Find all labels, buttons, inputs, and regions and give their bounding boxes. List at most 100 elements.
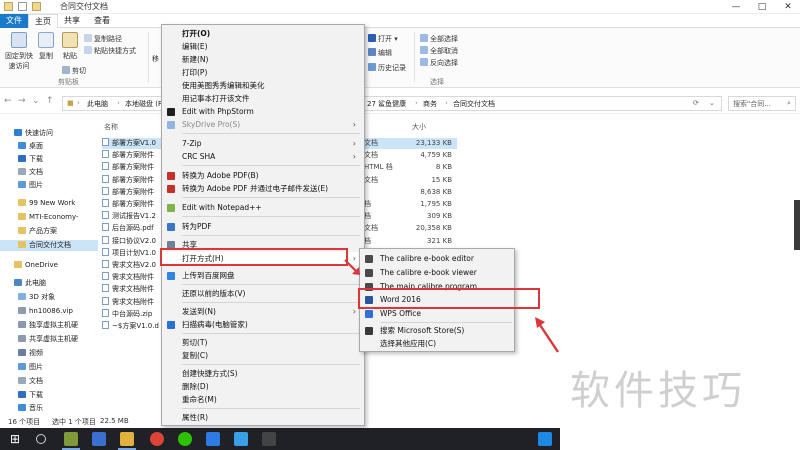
- menu-item-restore-versions[interactable]: 还原以前的版本(V): [162, 287, 364, 300]
- menu-item-convert-pdf[interactable]: 转换为 Adobe PDF(B): [162, 169, 364, 182]
- sidebar-item-onedrive[interactable]: OneDrive: [14, 260, 58, 271]
- sidebar-item-product-plan[interactable]: 产品方案: [18, 226, 57, 237]
- search-input[interactable]: 搜索"合同... ⌕: [728, 96, 796, 111]
- submenu-item-calibre-editor[interactable]: The calibre e-book editor: [360, 252, 514, 265]
- app-icon[interactable]: [262, 432, 276, 446]
- breadcrumb-this-pc[interactable]: 此电脑: [87, 99, 108, 109]
- pin-quick-access-button[interactable]: 固定到快 速访问: [4, 32, 34, 71]
- minimize-button[interactable]: —: [724, 0, 748, 14]
- recent-dropdown-icon[interactable]: ⌄: [32, 96, 40, 106]
- sidebar-item-dedicated-host[interactable]: 独享虚拟主机硬: [18, 320, 78, 331]
- tab-view[interactable]: 查看: [88, 14, 116, 28]
- calibre-icon: [365, 269, 373, 277]
- properties-icon[interactable]: [18, 2, 27, 11]
- wechat-icon[interactable]: [178, 432, 192, 446]
- menu-item-cut[interactable]: 剪切(T): [162, 336, 364, 349]
- taskbar: ⊞: [0, 428, 560, 450]
- breadcrumb-current[interactable]: 合同交付文档: [453, 99, 495, 109]
- sidebar-item-music[interactable]: 音乐: [18, 403, 43, 414]
- sidebar-item-this-pc[interactable]: 此电脑: [14, 278, 46, 289]
- menu-item-create-shortcut[interactable]: 创建快捷方式(S): [162, 367, 364, 380]
- new-folder-icon[interactable]: [32, 2, 41, 11]
- name-column-header[interactable]: 名称: [104, 122, 118, 132]
- menu-item-7zip[interactable]: 7-Zip ›: [162, 137, 364, 150]
- tab-home[interactable]: 主页: [28, 14, 58, 28]
- search-icon[interactable]: [36, 434, 46, 444]
- clipboard-group-label: 剪贴板: [58, 78, 79, 86]
- menu-item-meitu[interactable]: 使用美图秀秀编辑和美化: [162, 79, 364, 92]
- copy-path-button[interactable]: 复制路径: [84, 34, 122, 44]
- sidebar-item-pictures[interactable]: 图片: [18, 180, 43, 191]
- app-icon[interactable]: [92, 432, 106, 446]
- sidebar-item-downloads[interactable]: 下载: [18, 154, 43, 165]
- submenu-item-store-search[interactable]: 搜索 Microsoft Store(S): [360, 324, 514, 337]
- menu-item-phpstorm[interactable]: Edit with PhpStorm: [162, 105, 364, 118]
- select-all-button[interactable]: 全部选择: [420, 34, 458, 44]
- sidebar-item-videos[interactable]: 视频: [18, 348, 43, 359]
- sidebar-item-downloads-pc[interactable]: 下载: [18, 390, 43, 401]
- menu-item-convert-pdf-email[interactable]: 转换为 Adobe PDF 并通过电子邮件发送(E): [162, 182, 364, 195]
- forward-icon[interactable]: →: [18, 96, 26, 106]
- file-explorer-icon[interactable]: [118, 432, 136, 450]
- sidebar-item-mti-economy[interactable]: MTI-Economy-: [18, 212, 79, 223]
- breadcrumb-folder[interactable]: 27 鲨鱼健康: [367, 99, 406, 109]
- shield-icon[interactable]: [206, 432, 220, 446]
- menu-item-baidu-upload[interactable]: 上传到百度网盘: [162, 269, 364, 282]
- menu-item-to-pdf[interactable]: 转为PDF: [162, 220, 364, 233]
- sidebar-item-label: 桌面: [29, 142, 43, 150]
- menu-item-crc-sha[interactable]: CRC SHA ›: [162, 150, 364, 163]
- submenu-item-calibre-viewer[interactable]: The calibre e-book viewer: [360, 266, 514, 279]
- refresh-icon[interactable]: ⟳: [693, 99, 699, 107]
- copy-button[interactable]: 复制: [36, 32, 56, 61]
- menu-item-open[interactable]: 打开(O): [162, 27, 364, 40]
- menu-item-copy[interactable]: 复制(C): [162, 349, 364, 362]
- invert-selection-button[interactable]: 反向选择: [420, 58, 458, 68]
- breadcrumb-business[interactable]: 商务: [423, 99, 437, 109]
- sidebar-item-quick-access[interactable]: 快速访问: [14, 128, 53, 139]
- menu-item-properties[interactable]: 属性(R): [162, 411, 364, 424]
- tab-share[interactable]: 共享: [58, 14, 86, 28]
- sidebar-item-shared-host[interactable]: 共享虚拟主机硬: [18, 334, 78, 345]
- up-icon[interactable]: ↑: [46, 96, 54, 106]
- paste-shortcut-button[interactable]: 粘贴快捷方式: [84, 46, 136, 56]
- sidebar-item-pictures-pc[interactable]: 图片: [18, 362, 43, 373]
- back-icon[interactable]: ←: [4, 96, 12, 106]
- open-dropdown-button[interactable]: 打开 ▾: [368, 34, 398, 44]
- sidebar-item-99-new-work[interactable]: 99 New Work: [18, 198, 75, 209]
- menu-item-new[interactable]: 新建(N): [162, 53, 364, 66]
- chrome-icon[interactable]: [150, 432, 164, 446]
- history-button[interactable]: 历史记录: [368, 63, 406, 73]
- submenu-item-choose-app[interactable]: 选择其他应用(C): [360, 337, 514, 350]
- tray-icon[interactable]: [538, 432, 552, 446]
- sidebar-item-desktop[interactable]: 桌面: [18, 141, 43, 152]
- maximize-button[interactable]: □: [750, 0, 774, 14]
- menu-item-skydrive[interactable]: SkyDrive Pro(S) ›: [162, 118, 364, 131]
- start-icon[interactable]: ⊞: [10, 432, 24, 446]
- sidebar-item-contract-docs[interactable]: 合同交付文档: [0, 240, 98, 251]
- menu-item-notepad[interactable]: 用记事本打开该文件: [162, 92, 364, 105]
- sidebar-item-hn10086[interactable]: hn10086.vip: [18, 306, 73, 317]
- edit-button[interactable]: 编辑: [368, 48, 392, 58]
- tab-file[interactable]: 文件: [0, 14, 28, 28]
- menu-item-notepadpp[interactable]: Edit with Notepad++: [162, 201, 364, 214]
- menu-item-rename[interactable]: 重命名(M): [162, 393, 364, 406]
- menu-item-edit[interactable]: 编辑(E): [162, 40, 364, 53]
- paste-button[interactable]: 粘贴: [60, 32, 80, 61]
- close-button[interactable]: ✕: [776, 0, 800, 14]
- app-icon[interactable]: [234, 432, 248, 446]
- move-to-button[interactable]: 移: [152, 54, 159, 64]
- chevron-down-icon[interactable]: ⌄: [709, 99, 715, 107]
- select-none-button[interactable]: 全部取消: [420, 46, 458, 56]
- menu-item-virus-scan[interactable]: 扫描病毒(电脑管家): [162, 318, 364, 331]
- breadcrumb-drive[interactable]: 本地磁盘 (F:: [125, 99, 164, 109]
- menu-item-delete[interactable]: 删除(D): [162, 380, 364, 393]
- size-column-header[interactable]: 大小: [412, 122, 426, 132]
- chevron-right-icon: ›: [445, 99, 448, 107]
- app-icon[interactable]: [62, 432, 80, 450]
- menu-item-print[interactable]: 打印(P): [162, 66, 364, 79]
- sidebar-item-documents[interactable]: 文档: [18, 167, 43, 178]
- sidebar-item-documents-pc[interactable]: 文档: [18, 376, 43, 387]
- sidebar-item-3d-objects[interactable]: 3D 对象: [18, 292, 55, 303]
- cut-button[interactable]: 剪切: [62, 66, 86, 76]
- menu-item-send-to[interactable]: 发送到(N) ›: [162, 305, 364, 318]
